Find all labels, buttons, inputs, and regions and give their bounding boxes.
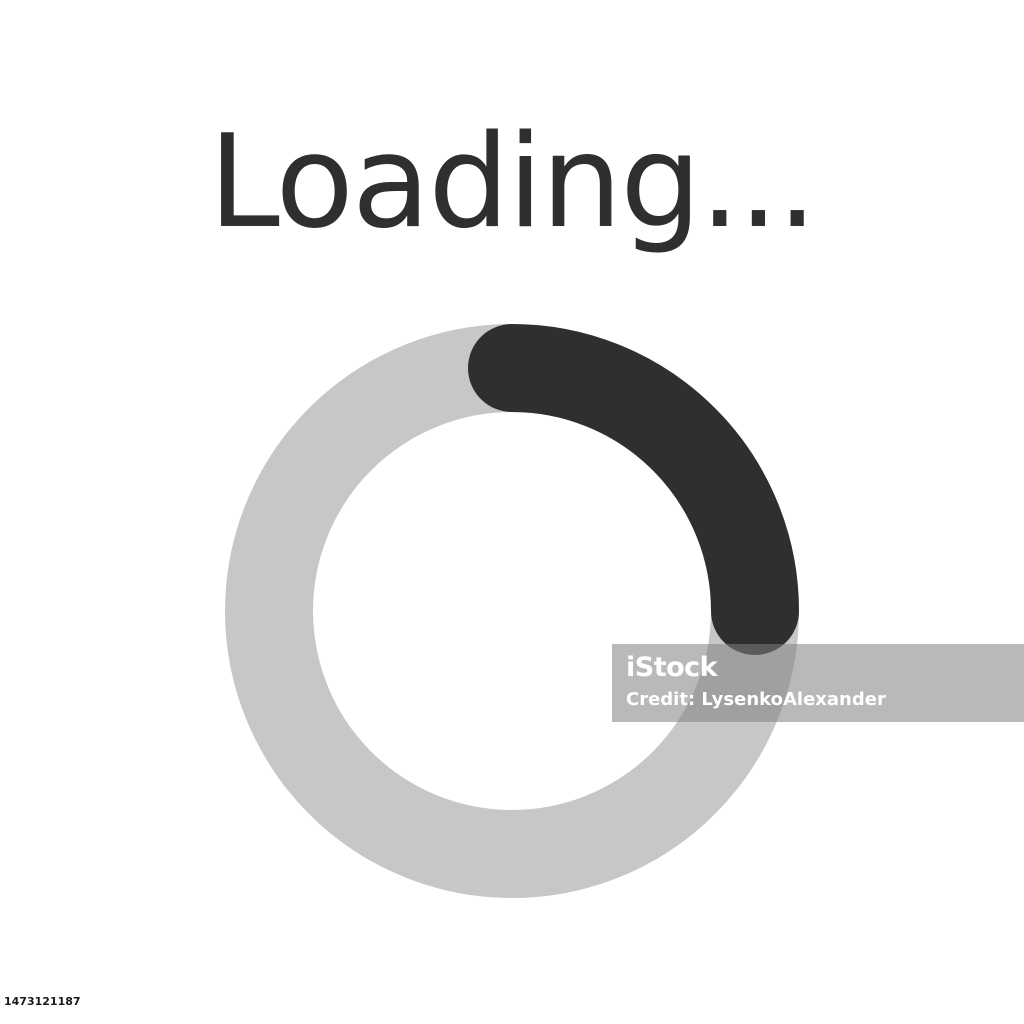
watermark-logo: iStock xyxy=(626,652,718,683)
image-id-label: 1473121187 xyxy=(0,993,85,1011)
loading-screen: Loading... iStock Credit: LysenkoAlexand… xyxy=(0,0,1024,1024)
loading-spinner xyxy=(225,324,799,898)
watermark-banner: iStock Credit: LysenkoAlexander xyxy=(612,644,1024,722)
spinner-progress-arc xyxy=(468,324,799,655)
watermark-credit: Credit: LysenkoAlexander xyxy=(626,689,886,710)
